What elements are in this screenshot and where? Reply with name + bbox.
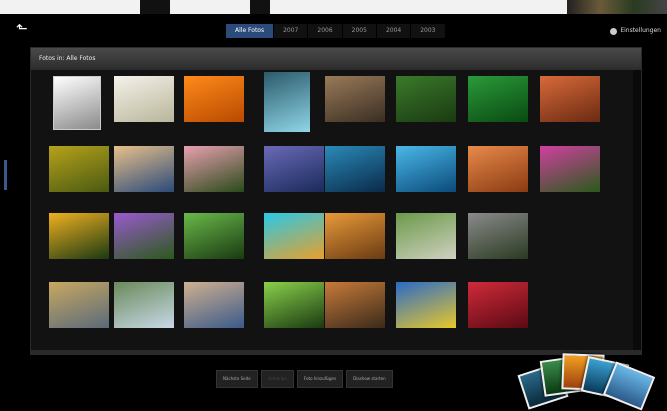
photo-thumbnail[interactable] <box>540 146 600 192</box>
photo-thumbnail[interactable] <box>468 76 528 122</box>
photo-thumbnail[interactable] <box>184 146 244 192</box>
settings-button[interactable]: Einstellungen <box>610 24 661 38</box>
year-tabs: Alle Fotos 2007 2006 2005 2004 2003 <box>226 24 446 38</box>
photo-thumbnail[interactable] <box>468 146 528 192</box>
top-photo-peek <box>567 0 667 14</box>
side-scroll-marker[interactable] <box>4 160 7 190</box>
photo-thumbnail[interactable] <box>49 282 109 328</box>
tab-alle-fotos[interactable]: Alle Fotos <box>226 24 275 38</box>
photo-thumbnail[interactable] <box>184 282 244 328</box>
photo-thumbnail[interactable] <box>540 76 600 122</box>
photo-thumbnail[interactable] <box>468 282 528 328</box>
photo-thumbnail[interactable] <box>264 282 324 328</box>
top-image-strip <box>0 0 667 14</box>
panel-scrollbar[interactable] <box>633 70 641 352</box>
tab-2006[interactable]: 2006 <box>308 24 343 38</box>
bottom-button-1[interactable]: Nächste Seite <box>216 370 258 388</box>
photo-thumbnail[interactable] <box>264 213 324 259</box>
photo-thumbnail[interactable] <box>114 146 174 192</box>
panel-title: Fotos in: Alle Fotos <box>39 55 96 62</box>
strip-block <box>140 0 170 14</box>
photo-stack <box>517 352 667 411</box>
bottom-button-2[interactable]: Vorherige <box>260 370 294 388</box>
photo-thumbnail[interactable] <box>49 146 109 192</box>
photo-thumbnail[interactable] <box>114 213 174 259</box>
photo-thumbnail[interactable] <box>325 213 385 259</box>
photo-thumbnail[interactable] <box>53 76 101 130</box>
photo-thumbnail[interactable] <box>325 76 385 122</box>
photo-thumbnail[interactable] <box>468 213 528 259</box>
photo-thumbnail[interactable] <box>396 76 456 122</box>
photo-thumbnail[interactable] <box>396 213 456 259</box>
photo-thumbnail[interactable] <box>184 76 244 122</box>
bottom-button-4[interactable]: Diashow starten <box>346 370 393 388</box>
photo-thumbnail[interactable] <box>264 146 324 192</box>
photo-thumbnail[interactable] <box>49 213 109 259</box>
tab-2007[interactable]: 2007 <box>274 24 309 38</box>
photo-thumbnail[interactable] <box>114 76 174 122</box>
photo-thumbnail[interactable] <box>325 146 385 192</box>
bottom-toolbar: Nächste Seite Vorherige Foto hinzufügen Dia… <box>216 370 393 388</box>
back-arrow-icon: ⬑ <box>16 21 28 37</box>
photo-thumbnail[interactable] <box>325 282 385 328</box>
bottom-button-3[interactable]: Foto hinzufügen <box>296 370 344 388</box>
panel-header: Fotos in: Alle Fotos <box>31 48 641 70</box>
tab-2004[interactable]: 2004 <box>376 24 412 38</box>
photo-thumbnail[interactable] <box>396 282 456 328</box>
tab-2005[interactable]: 2005 <box>342 24 377 38</box>
tab-2003[interactable]: 2003 <box>411 24 446 38</box>
photo-thumbnail[interactable] <box>396 146 456 192</box>
photo-thumbnail[interactable] <box>114 282 174 328</box>
photo-panel: Fotos in: Alle Fotos <box>30 47 642 355</box>
gear-icon <box>610 27 618 35</box>
back-button[interactable]: ⬑ <box>16 20 42 38</box>
settings-label: Einstellungen <box>620 27 661 34</box>
strip-block <box>250 0 270 14</box>
photo-thumbnail[interactable] <box>264 72 310 132</box>
photo-thumbnail[interactable] <box>184 213 244 259</box>
